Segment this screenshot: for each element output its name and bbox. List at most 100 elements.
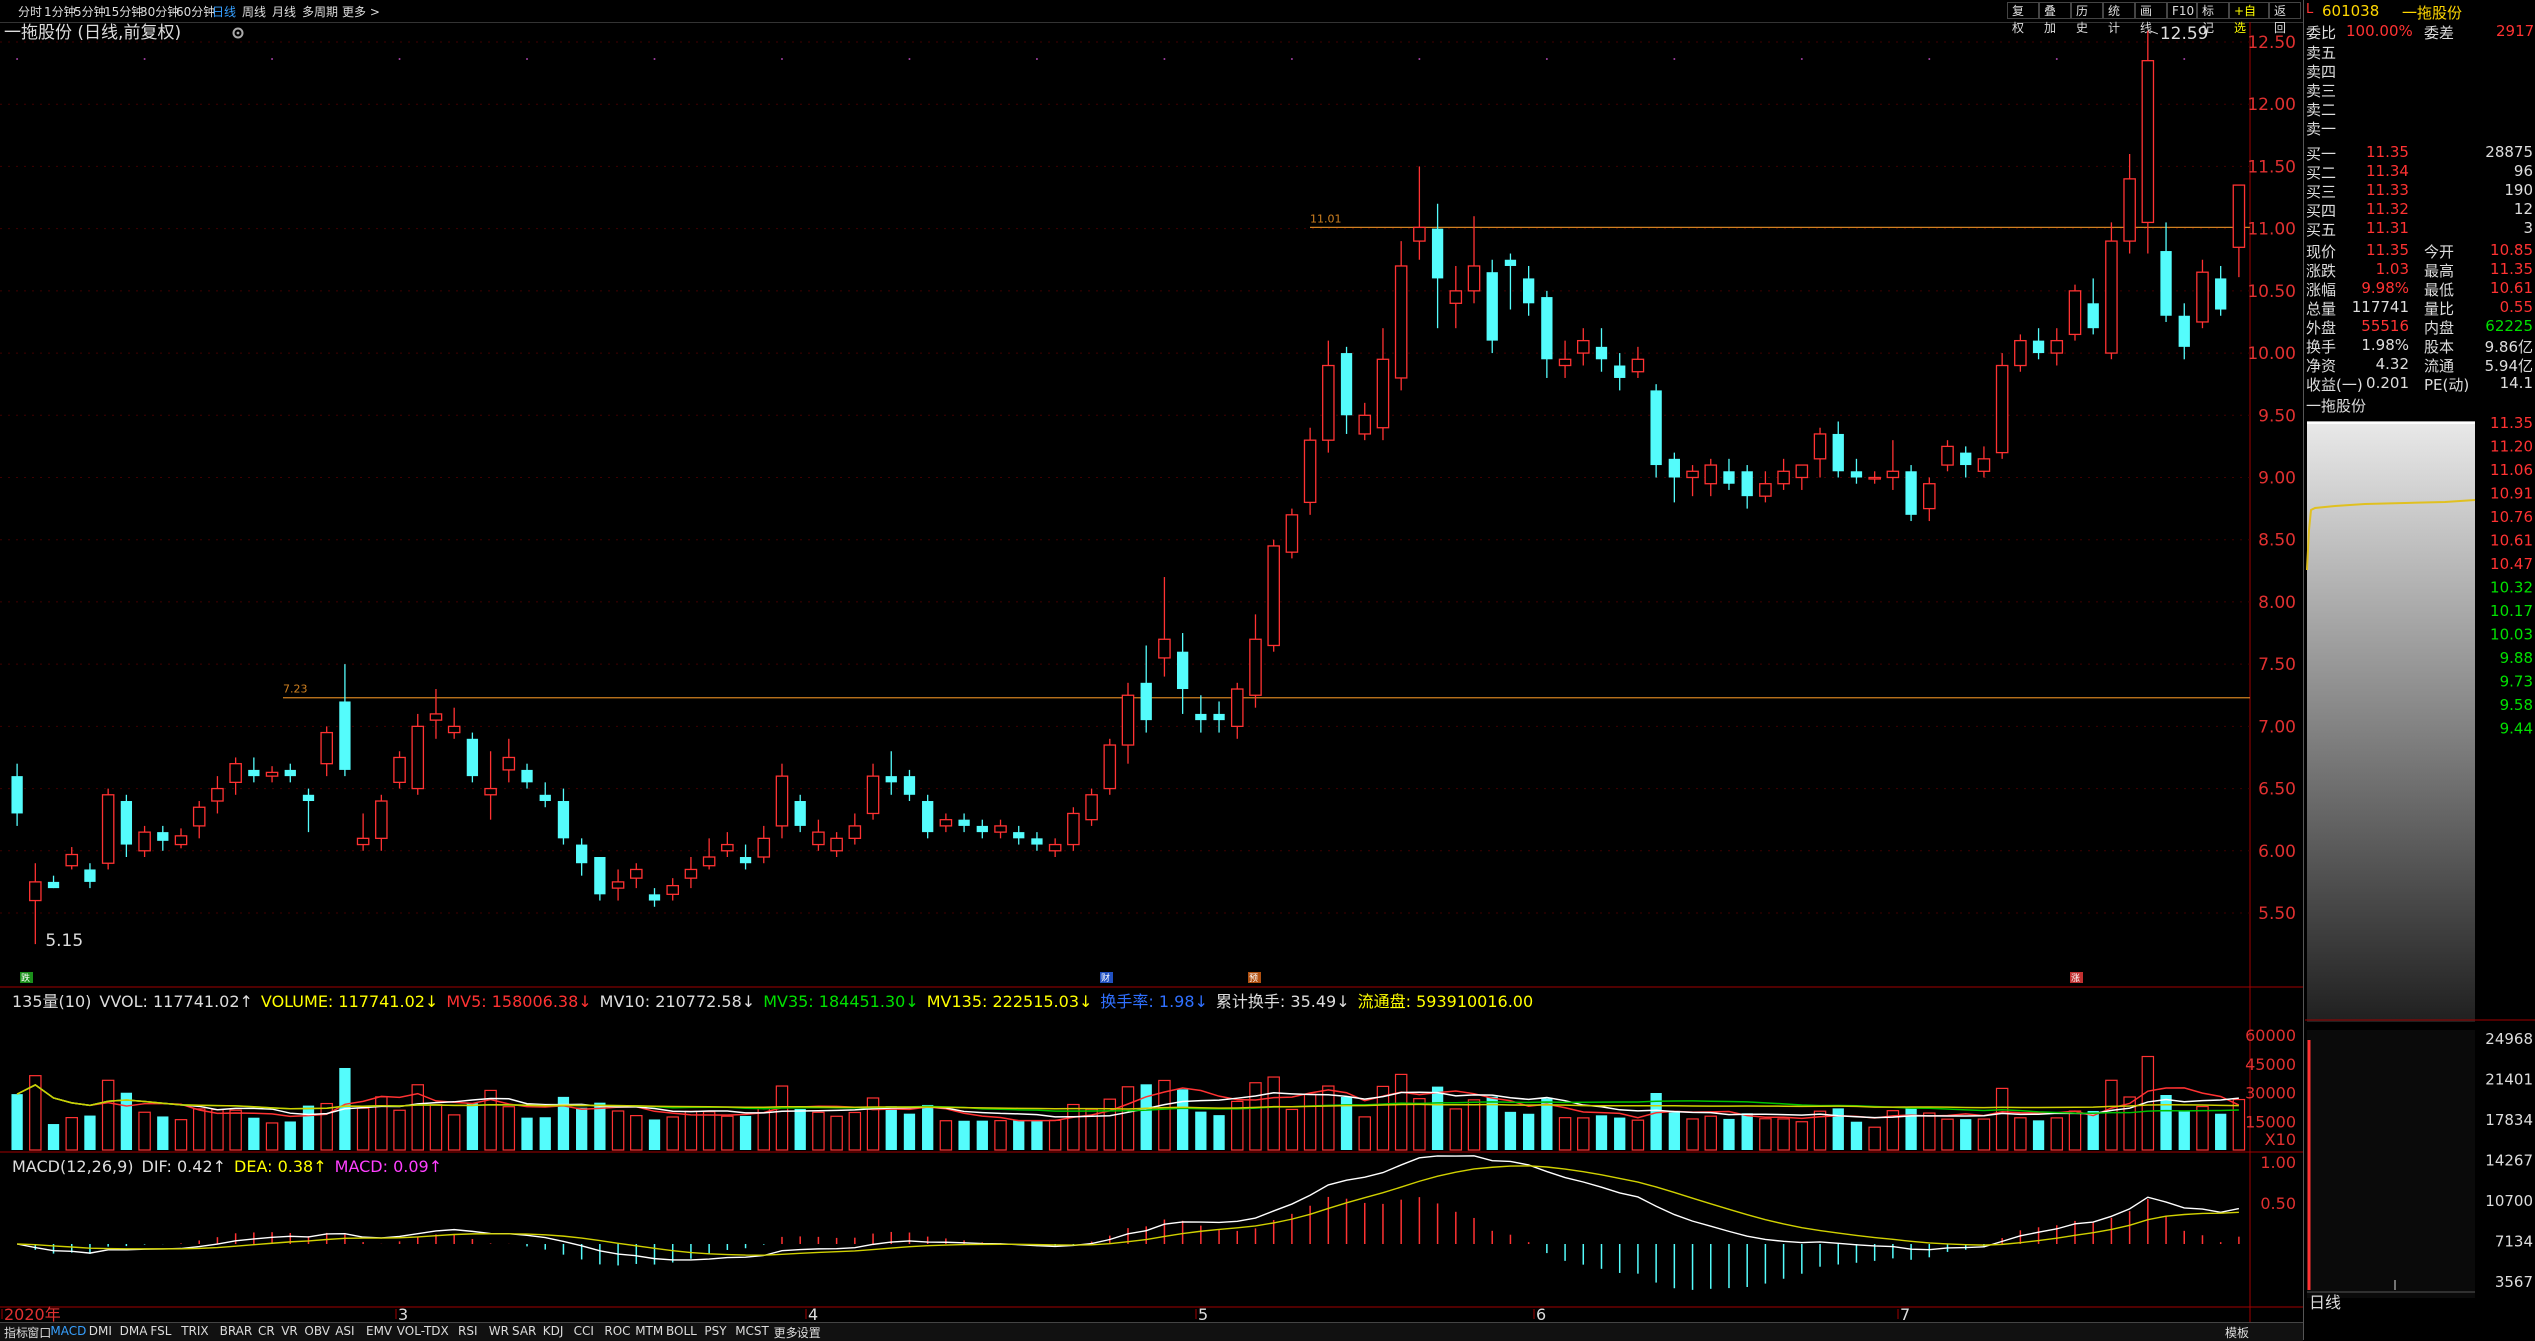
- candle: [284, 763, 296, 783]
- candle: [611, 869, 625, 901]
- toolbar-button-3[interactable]: 统计: [2103, 2, 2135, 35]
- candle: [429, 689, 443, 739]
- toolbar-button-5[interactable]: F10: [2167, 2, 2197, 19]
- intraday-mini-chart[interactable]: 11.35 11.20 11.06 10.91 10.76 10.61 10.47 10.32…: [2305, 380, 2535, 1340]
- indicator-tab-12[interactable]: EMV: [366, 1324, 392, 1338]
- indicator-tab-20[interactable]: MTM: [635, 1324, 663, 1338]
- indicator-tab-0[interactable]: 指标: [4, 1324, 28, 1341]
- candle: [1431, 203, 1444, 329]
- buy-level-row[interactable]: 买三 11.33 190: [2306, 181, 2533, 201]
- buy-level-row[interactable]: 买二 11.34 96: [2306, 162, 2533, 182]
- high-price-label: 12.59: [2160, 24, 2209, 44]
- period-tab-8[interactable]: 月线: [272, 3, 296, 20]
- sell-level-label: 卖三: [2306, 82, 2337, 100]
- mini-price-label: 11.20: [2490, 438, 2533, 456]
- candle: [1376, 328, 1390, 441]
- volume-bar: [830, 1115, 843, 1151]
- candle: [1960, 446, 1972, 478]
- toolbar-button-4[interactable]: 画线: [2135, 2, 2167, 35]
- volume-bar: [1868, 1126, 1881, 1151]
- sell-level-row: 卖四: [2306, 61, 2533, 81]
- indicator-tab-15[interactable]: WR: [489, 1324, 509, 1338]
- indicator-tab-19[interactable]: ROC: [604, 1324, 630, 1338]
- period-tab-0[interactable]: 分时: [18, 3, 42, 20]
- volume-bar: [812, 1111, 825, 1151]
- volume-bar: [702, 1111, 716, 1151]
- stock-name: 一拖股份: [2402, 4, 2463, 22]
- event-marker[interactable]: 财: [1100, 972, 1113, 984]
- mini-period-label[interactable]: 日线: [2309, 1293, 2341, 1312]
- toolbar-button-7[interactable]: +自选: [2229, 2, 2269, 35]
- candle: [1158, 577, 1171, 677]
- indicator-tab-8[interactable]: CR: [258, 1324, 275, 1338]
- candle: [794, 794, 806, 833]
- indicator-tab-1[interactable]: 窗口: [27, 1324, 51, 1341]
- candle: [1614, 353, 1626, 391]
- volume-bar: [2160, 1094, 2172, 1150]
- period-tab-2[interactable]: 5分钟: [74, 3, 106, 20]
- indicator-tab-10[interactable]: OBV: [304, 1324, 330, 1338]
- indicator-tab-25[interactable]: 设置: [797, 1324, 821, 1341]
- toolbar-button-8[interactable]: 返回: [2269, 2, 2301, 35]
- stock-chart[interactable]: 11.01 7.23 12.59 5.15 12.50 12.00 11.50 11.00…: [0, 22, 2303, 1322]
- toolbar-button-1[interactable]: 叠加: [2039, 2, 2071, 35]
- event-marker[interactable]: 预: [1248, 972, 1261, 984]
- indicator-tab-16[interactable]: SAR: [512, 1324, 536, 1338]
- volume-bar: [794, 1109, 806, 1150]
- buy-level-row[interactable]: 买一 11.35 28875: [2306, 143, 2533, 163]
- period-tab-9[interactable]: 多周期: [302, 3, 338, 20]
- candle: [120, 794, 133, 858]
- period-tab-4[interactable]: 30分钟: [140, 3, 179, 20]
- event-marker[interactable]: 涨: [2070, 972, 2083, 984]
- period-tab-7[interactable]: 周线: [242, 3, 266, 20]
- candle: [320, 726, 333, 777]
- indicator-tab-4[interactable]: DMA: [120, 1324, 148, 1338]
- indicator-tab-5[interactable]: FSL: [150, 1324, 171, 1338]
- indicator-tab-18[interactable]: CCI: [574, 1324, 594, 1338]
- candle: [101, 788, 115, 870]
- indicator-tab-21[interactable]: BOLL: [666, 1324, 697, 1338]
- candle: [1631, 346, 1645, 378]
- indicator-tab-7[interactable]: BRAR: [220, 1324, 253, 1338]
- candle: [466, 732, 479, 783]
- event-marker[interactable]: 跌: [20, 972, 33, 984]
- x-axis-label: 6: [1536, 1305, 1546, 1322]
- gear-icon[interactable]: [232, 27, 244, 39]
- buy-level-row[interactable]: 买五 11.31 3: [2306, 219, 2533, 239]
- weibi-row: 委比 100.00% 委差 29176: [2306, 22, 2535, 42]
- template-button[interactable]: 模板: [2225, 1324, 2249, 1341]
- volume-bar: [2032, 1120, 2045, 1150]
- indicator-tab-17[interactable]: KDJ: [543, 1324, 564, 1338]
- volume-axis-label: 30000: [2245, 1084, 2296, 1103]
- indicator-tab-2[interactable]: MACD: [50, 1324, 86, 1338]
- indicator-tab-3[interactable]: DMI: [89, 1324, 112, 1338]
- candle: [1795, 464, 1809, 490]
- buy-level-row[interactable]: 买四 11.32 12: [2306, 200, 2533, 220]
- period-tab-3[interactable]: 15分钟: [104, 3, 143, 20]
- candle: [1467, 216, 1481, 304]
- indicator-tab-23[interactable]: MCST: [735, 1324, 769, 1338]
- indicator-tab-22[interactable]: PSY: [704, 1324, 726, 1338]
- volume-bar: [502, 1106, 516, 1151]
- period-tab-6[interactable]: 日线: [212, 3, 236, 20]
- period-tab-1[interactable]: 1分钟: [44, 3, 76, 20]
- candle: [411, 713, 425, 795]
- indicator-tab-6[interactable]: TRIX: [181, 1324, 208, 1338]
- toolbar-button-0[interactable]: 复权: [2007, 2, 2039, 35]
- indicator-tab-11[interactable]: ASI: [335, 1324, 354, 1338]
- sell-level-label: 卖四: [2306, 63, 2337, 81]
- indicator-tab-14[interactable]: RSI: [458, 1324, 478, 1338]
- indicator-tab-24[interactable]: 更多: [774, 1324, 798, 1341]
- volume-bar: [1195, 1111, 1207, 1150]
- candle: [1031, 832, 1043, 851]
- stat-v2: 10.61: [2490, 279, 2533, 297]
- volume-axis-label: 45000: [2245, 1055, 2296, 1074]
- buy-label: 买四: [2306, 202, 2337, 220]
- toolbar-button-6[interactable]: 标记: [2197, 2, 2229, 35]
- indicator-tab-9[interactable]: VR: [281, 1324, 298, 1338]
- period-tab-10[interactable]: 更多 >: [342, 3, 380, 20]
- period-tab-5[interactable]: 60分钟: [176, 3, 215, 20]
- indicator-tab-13[interactable]: VOL-TDX: [397, 1324, 449, 1338]
- candle: [994, 819, 1007, 839]
- toolbar-button-2[interactable]: 历史: [2071, 2, 2103, 35]
